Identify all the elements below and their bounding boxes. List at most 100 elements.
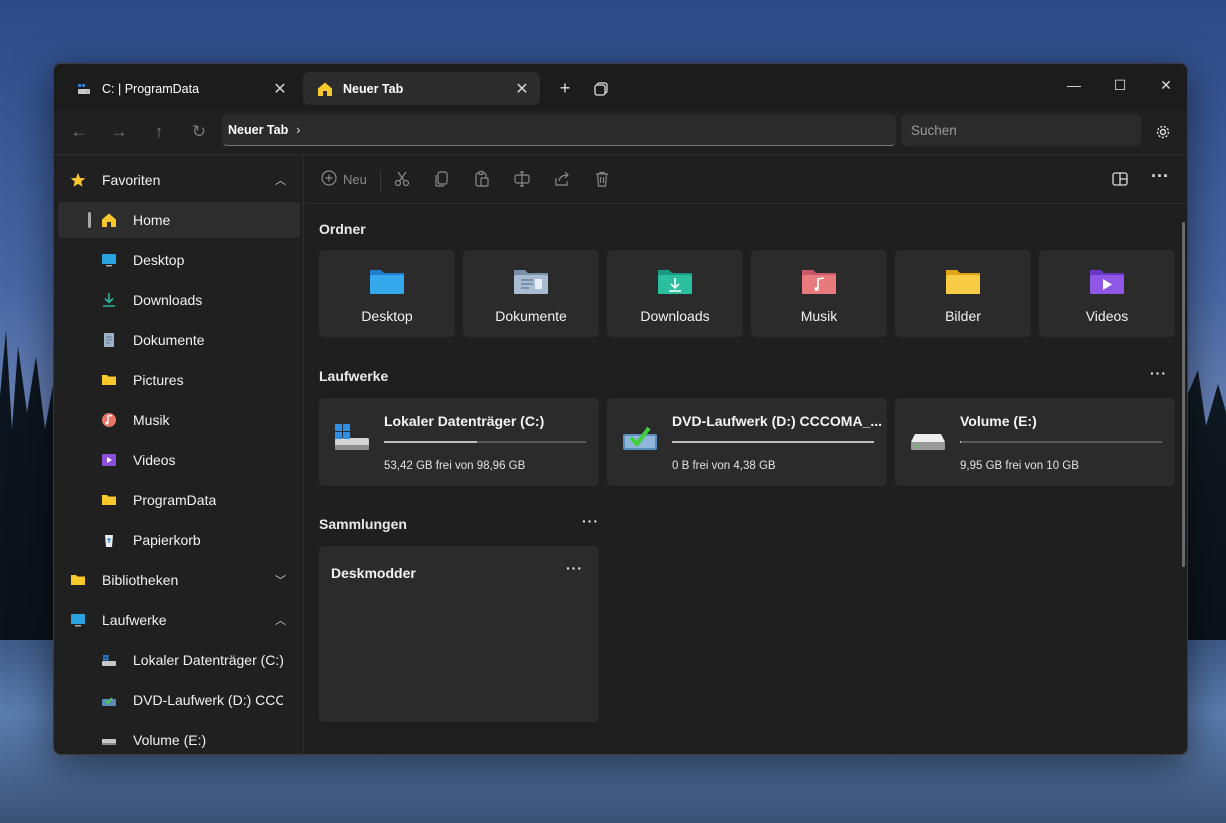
copy-icon[interactable] <box>433 170 455 192</box>
folder-card-desktop[interactable]: Desktop <box>319 250 455 337</box>
tab-neuer-tab[interactable]: Neuer Tab ✕ <box>303 72 540 105</box>
documents-folder-icon <box>514 270 548 294</box>
folders-section-title: Ordner <box>319 221 366 237</box>
sidebar-section-drives[interactable]: Laufwerke ︿ <box>58 602 300 638</box>
layout-icon[interactable] <box>1111 170 1133 192</box>
paste-icon[interactable] <box>473 170 495 192</box>
tab-programdata[interactable]: C: | ProgramData ✕ <box>62 72 298 105</box>
sidebar-item-drive-e[interactable]: Volume (E:) <box>58 722 300 754</box>
sidebar-item-label: DVD-Laufwerk (D:) CCCOMA_X64FRE_DE-DE_DV… <box>133 692 283 708</box>
sidebar-item-label: Dokumente <box>133 332 205 348</box>
close-tab-icon[interactable]: ✕ <box>514 79 530 99</box>
sidebar-item-documents[interactable]: Dokumente <box>58 322 300 358</box>
close-window-button[interactable]: ✕ <box>1143 70 1187 100</box>
collection-title: Deskmodder <box>331 565 416 581</box>
drive-free-space: 9,95 GB frei von 10 GB <box>960 460 1079 472</box>
folder-card-documents[interactable]: Dokumente <box>463 250 599 337</box>
sidebar-section-libraries[interactable]: Bibliotheken ﹀ <box>58 562 300 598</box>
folder-icon <box>101 492 117 508</box>
refresh-icon[interactable]: ↻ <box>186 119 212 145</box>
tab-bar: C: | ProgramData ✕ Neuer Tab ✕ + — ☐ ✕ <box>54 64 1187 110</box>
collections-more-button[interactable]: ··· <box>582 513 599 529</box>
sidebar-item-label: Musik <box>133 412 170 428</box>
minimize-button[interactable]: — <box>1051 70 1097 100</box>
folder-card-downloads[interactable]: Downloads <box>607 250 743 337</box>
address-bar[interactable]: Neuer Tab › <box>222 114 896 146</box>
sidebar-item-label: Pictures <box>133 372 184 388</box>
chevron-up-icon[interactable]: ︿ <box>275 612 286 628</box>
chevron-down-icon[interactable]: ﹀ <box>275 572 286 588</box>
downloads-folder-icon <box>658 270 692 294</box>
back-arrow-icon[interactable]: ← <box>66 119 92 145</box>
new-button[interactable]: Neu <box>321 170 367 189</box>
sidebar-item-drive-c[interactable]: Lokaler Datenträger (C:) <box>58 642 300 678</box>
sidebar-item-pictures[interactable]: Pictures <box>58 362 300 398</box>
toolbar-divider <box>380 170 381 192</box>
desktop-icon <box>101 252 117 268</box>
file-explorer-window: C: | ProgramData ✕ Neuer Tab ✕ + — ☐ ✕ ←… <box>53 63 1188 755</box>
sidebar-item-home[interactable]: Home <box>58 202 300 238</box>
sidebar-item-drive-d[interactable]: DVD-Laufwerk (D:) CCCOMA_X64FRE_DE-DE_DV… <box>58 682 300 718</box>
new-button-label: Neu <box>343 172 367 187</box>
sidebar-item-label: Volume (E:) <box>133 732 207 748</box>
folder-card-pictures[interactable]: Bilder <box>895 250 1031 337</box>
tab-title: C: | ProgramData <box>102 81 200 96</box>
delete-icon[interactable] <box>593 170 615 192</box>
drive-card-c[interactable]: Lokaler Datenträger (C:) 53,42 GB frei v… <box>319 398 599 486</box>
navigation-bar: ← → ↑ ↻ Neuer Tab › <box>54 110 1187 155</box>
up-arrow-icon[interactable]: ↑ <box>146 119 172 145</box>
drives-more-button[interactable]: ··· <box>1150 365 1167 381</box>
folder-card-videos[interactable]: Videos <box>1039 250 1175 337</box>
drive-icon <box>911 434 945 450</box>
drive-usage-bar <box>672 441 874 443</box>
sidebar-item-label: Home <box>133 212 171 228</box>
more-options-icon[interactable]: ··· <box>1151 166 1173 188</box>
duplicate-tab-icon[interactable] <box>590 78 612 100</box>
documents-icon <box>101 332 117 348</box>
sidebar-item-label: Downloads <box>133 292 203 308</box>
drive-card-d[interactable]: DVD-Laufwerk (D:) CCCOMA_... 0 B frei vo… <box>607 398 887 486</box>
sidebar-item-recycle-bin[interactable]: Papierkorb <box>58 522 300 558</box>
videos-folder-icon <box>1090 270 1124 294</box>
sidebar-item-label: Lokaler Datenträger (C:) <box>133 652 283 668</box>
scrollbar[interactable] <box>1182 222 1185 567</box>
sidebar-section-favorites[interactable]: Favoriten ︿ <box>58 162 300 198</box>
plus-circle-icon <box>321 170 343 189</box>
search-input[interactable] <box>901 114 1141 146</box>
music-folder-icon <box>802 270 836 294</box>
collection-more-button[interactable]: ··· <box>566 560 583 576</box>
folder-card-label: Downloads <box>640 308 710 324</box>
share-icon[interactable] <box>553 170 575 192</box>
drive-card-e[interactable]: Volume (E:) 9,95 GB frei von 10 GB <box>895 398 1175 486</box>
drive-name: DVD-Laufwerk (D:) CCCOMA_... <box>672 413 883 429</box>
breadcrumb[interactable]: Neuer Tab <box>228 123 288 137</box>
sidebar-item-videos[interactable]: Videos <box>58 442 300 478</box>
dvd-drive-icon <box>623 426 657 450</box>
drive-name: Volume (E:) <box>960 413 1037 429</box>
new-tab-button[interactable]: + <box>554 78 576 100</box>
home-icon <box>101 212 117 228</box>
sidebar-item-programdata[interactable]: ProgramData <box>58 482 300 518</box>
folder-card-music[interactable]: Musik <box>751 250 887 337</box>
chevron-up-icon[interactable]: ︿ <box>275 172 286 188</box>
sidebar-item-downloads[interactable]: Downloads <box>58 282 300 318</box>
maximize-button[interactable]: ☐ <box>1097 70 1143 100</box>
sidebar-item-desktop[interactable]: Desktop <box>58 242 300 278</box>
desktop-folder-icon <box>370 270 404 294</box>
folder-card-label: Videos <box>1085 308 1129 324</box>
rename-icon[interactable] <box>513 170 535 192</box>
drive-icon <box>76 81 92 97</box>
drive-usage-fill <box>384 441 477 443</box>
collection-card-deskmodder[interactable]: Deskmodder ··· <box>319 546 599 722</box>
drive-usage-bar <box>960 441 1162 443</box>
folder-card-label: Dokumente <box>495 308 567 324</box>
pictures-folder-icon <box>946 270 980 294</box>
close-tab-icon[interactable]: ✕ <box>272 79 288 99</box>
cut-icon[interactable] <box>393 170 415 192</box>
sidebar-item-music[interactable]: Musik <box>58 402 300 438</box>
windows-drive-icon <box>335 424 369 450</box>
gear-icon[interactable] <box>1151 120 1175 144</box>
forward-arrow-icon[interactable]: → <box>106 119 132 145</box>
sidebar-item-label: Papierkorb <box>133 532 201 548</box>
background-trees <box>0 330 60 660</box>
